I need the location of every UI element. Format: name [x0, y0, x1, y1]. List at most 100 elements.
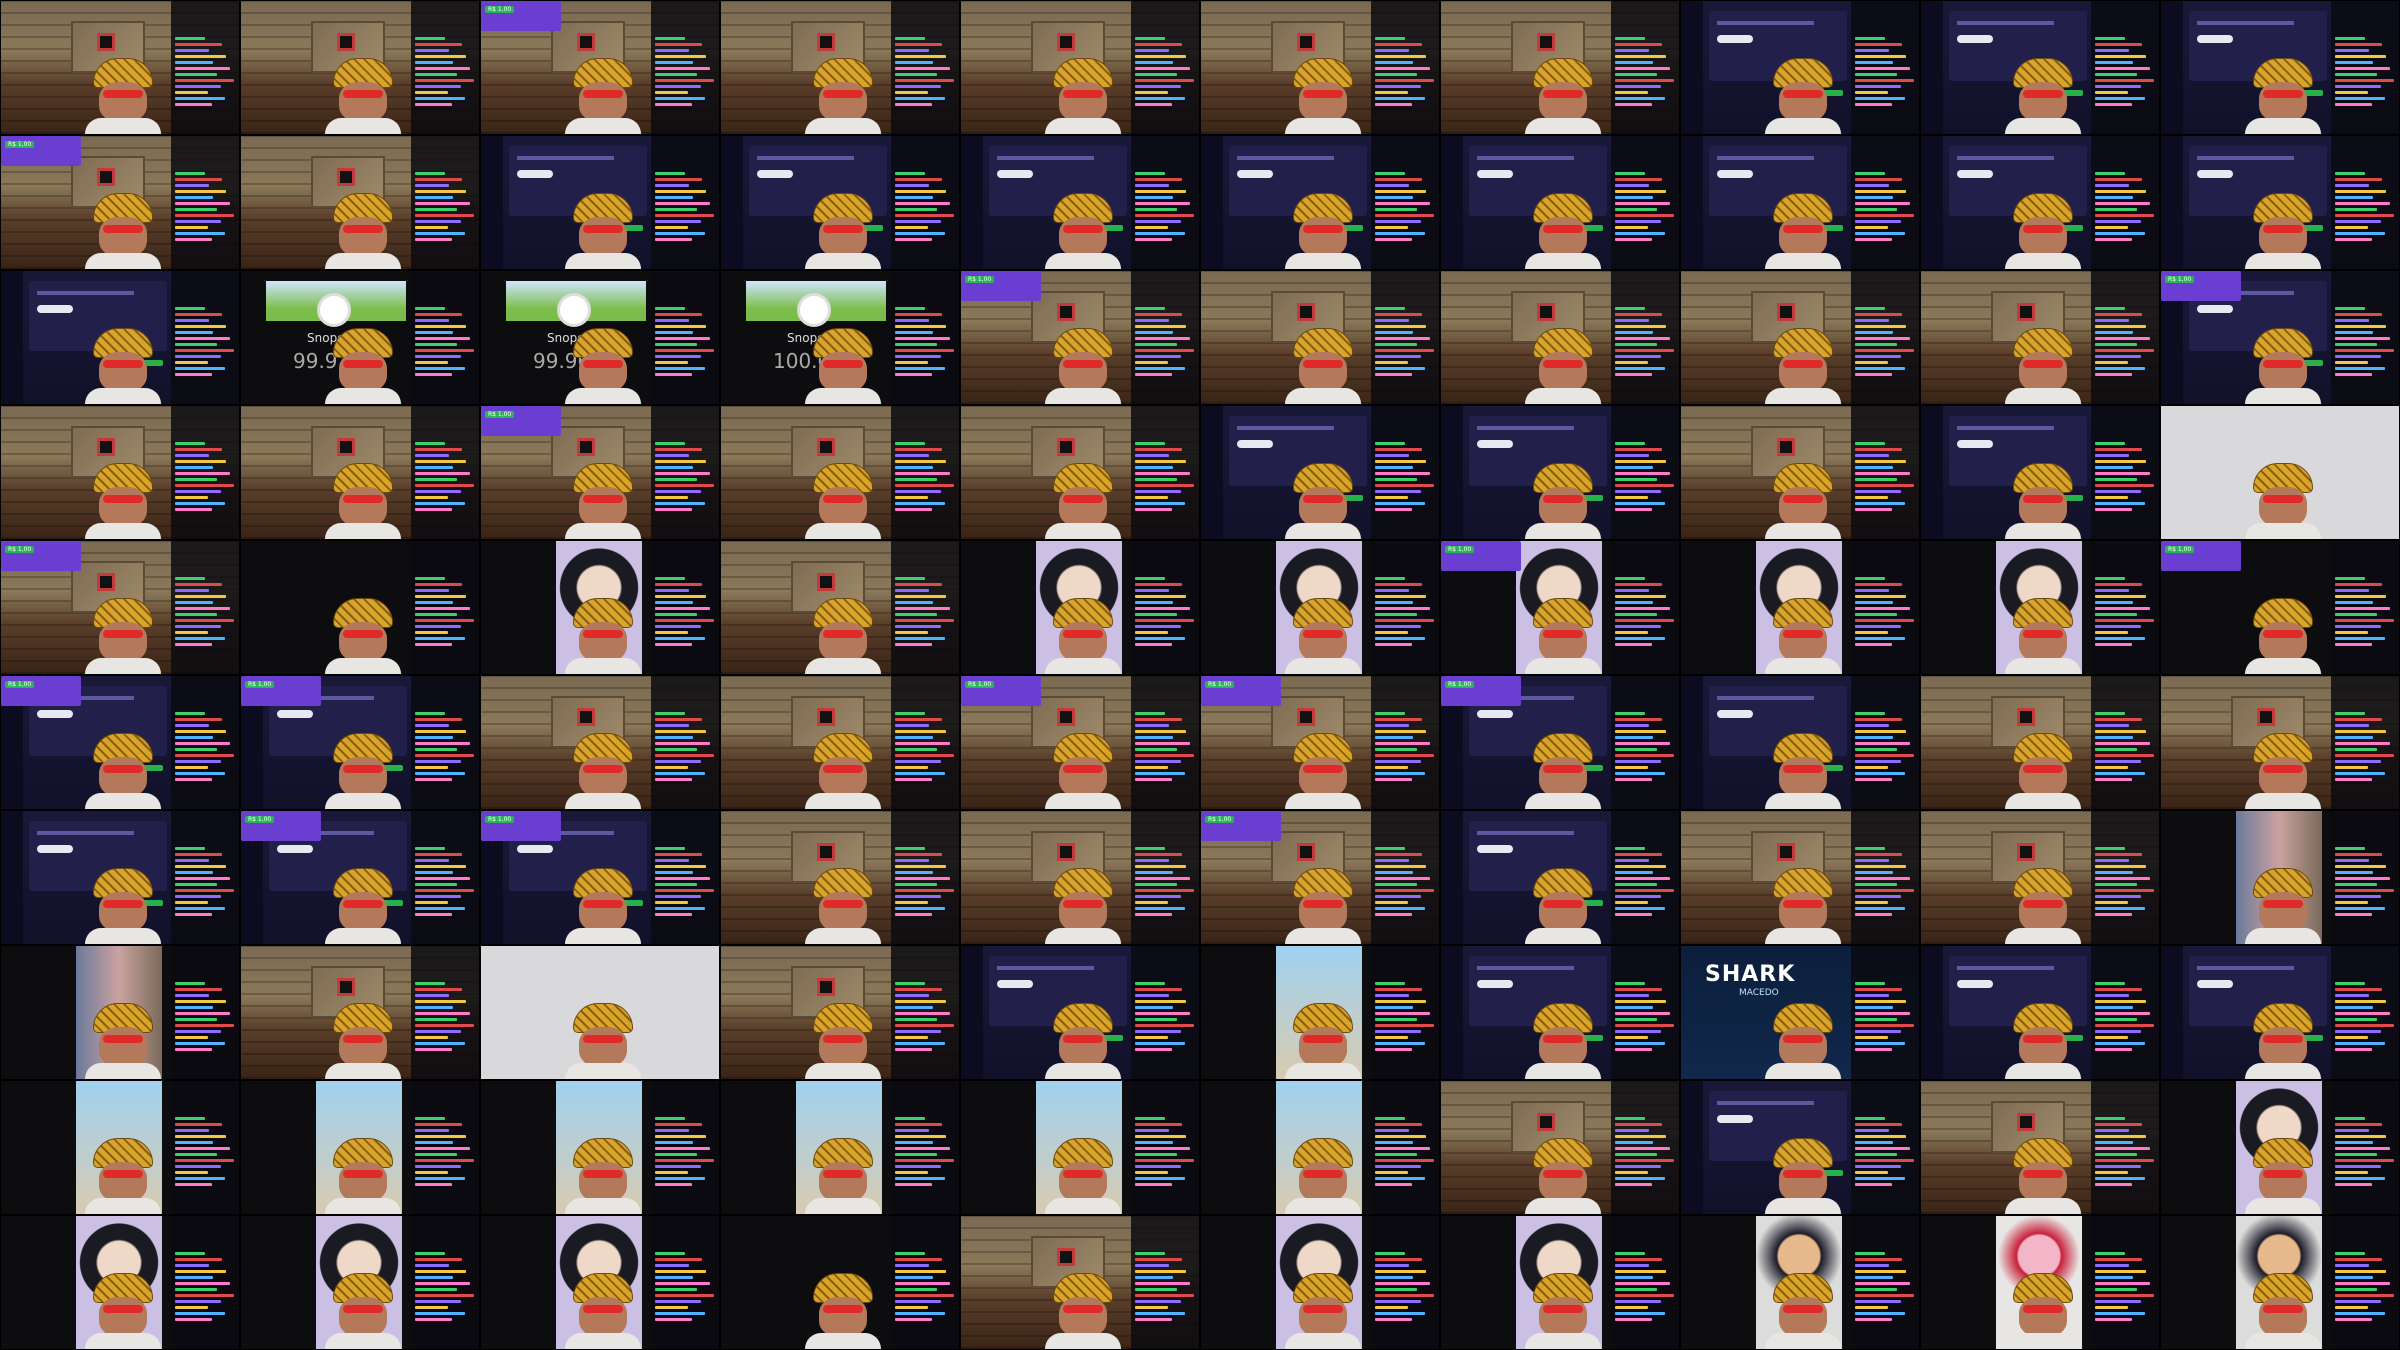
- video-thumbnail[interactable]: [1200, 1215, 1440, 1350]
- video-thumbnail[interactable]: R$ 1,00: [480, 405, 720, 540]
- video-thumbnail[interactable]: [960, 945, 1200, 1080]
- video-thumbnail[interactable]: [0, 1215, 240, 1350]
- video-thumbnail[interactable]: Snopey 99.912: [240, 270, 480, 405]
- video-thumbnail[interactable]: [2160, 1215, 2400, 1350]
- video-thumbnail[interactable]: [1200, 270, 1440, 405]
- video-thumbnail[interactable]: [2160, 405, 2400, 540]
- video-thumbnail[interactable]: [480, 675, 720, 810]
- video-thumbnail[interactable]: [1920, 540, 2160, 675]
- video-thumbnail[interactable]: [240, 1215, 480, 1350]
- video-thumbnail[interactable]: [240, 405, 480, 540]
- video-thumbnail[interactable]: [1680, 675, 1920, 810]
- video-thumbnail[interactable]: [1200, 945, 1440, 1080]
- video-thumbnail[interactable]: [960, 540, 1200, 675]
- video-thumbnail[interactable]: SHARK MACEDO: [1680, 945, 1920, 1080]
- video-thumbnail[interactable]: [1680, 405, 1920, 540]
- video-thumbnail[interactable]: [720, 810, 960, 945]
- video-thumbnail[interactable]: [1440, 405, 1680, 540]
- video-thumbnail[interactable]: [0, 0, 240, 135]
- video-thumbnail[interactable]: [1680, 0, 1920, 135]
- video-thumbnail[interactable]: [1200, 0, 1440, 135]
- video-thumbnail[interactable]: [1680, 1080, 1920, 1215]
- video-thumbnail[interactable]: [1680, 135, 1920, 270]
- video-thumbnail[interactable]: [960, 0, 1200, 135]
- video-thumbnail[interactable]: [2160, 945, 2400, 1080]
- video-thumbnail[interactable]: [1440, 1080, 1680, 1215]
- video-thumbnail[interactable]: [1440, 810, 1680, 945]
- video-thumbnail[interactable]: [2160, 810, 2400, 945]
- video-thumbnail[interactable]: R$ 1,00: [240, 810, 480, 945]
- video-thumbnail[interactable]: R$ 1,00: [1200, 810, 1440, 945]
- video-thumbnail[interactable]: [0, 945, 240, 1080]
- video-thumbnail[interactable]: [480, 540, 720, 675]
- video-thumbnail[interactable]: [1680, 270, 1920, 405]
- video-thumbnail[interactable]: [720, 1215, 960, 1350]
- video-thumbnail[interactable]: [960, 1080, 1200, 1215]
- video-thumbnail[interactable]: R$ 1,00: [960, 270, 1200, 405]
- video-thumbnail[interactable]: [960, 405, 1200, 540]
- video-thumbnail[interactable]: Snopey 100.023: [720, 270, 960, 405]
- video-thumbnail[interactable]: [2160, 675, 2400, 810]
- video-thumbnail[interactable]: [960, 1215, 1200, 1350]
- video-thumbnail[interactable]: R$ 1,00: [1440, 540, 1680, 675]
- video-thumbnail[interactable]: [1200, 405, 1440, 540]
- video-thumbnail[interactable]: [1440, 0, 1680, 135]
- video-thumbnail[interactable]: [960, 810, 1200, 945]
- video-thumbnail[interactable]: [1680, 810, 1920, 945]
- video-thumbnail[interactable]: [720, 675, 960, 810]
- video-thumbnail[interactable]: [1440, 945, 1680, 1080]
- video-thumbnail[interactable]: [720, 135, 960, 270]
- video-thumbnail[interactable]: [0, 1080, 240, 1215]
- video-thumbnail[interactable]: R$ 1,00: [0, 135, 240, 270]
- video-thumbnail[interactable]: R$ 1,00: [240, 675, 480, 810]
- video-thumbnail[interactable]: [1920, 405, 2160, 540]
- video-thumbnail[interactable]: [480, 945, 720, 1080]
- video-thumbnail[interactable]: [720, 1080, 960, 1215]
- video-thumbnail[interactable]: [720, 540, 960, 675]
- video-thumbnail[interactable]: R$ 1,00: [2160, 540, 2400, 675]
- video-thumbnail[interactable]: [1200, 135, 1440, 270]
- video-thumbnail[interactable]: [480, 1215, 720, 1350]
- video-thumbnail[interactable]: [960, 135, 1200, 270]
- video-thumbnail[interactable]: [2160, 135, 2400, 270]
- video-thumbnail[interactable]: R$ 1,00: [480, 810, 720, 945]
- video-thumbnail[interactable]: [0, 270, 240, 405]
- video-thumbnail[interactable]: [0, 405, 240, 540]
- video-thumbnail[interactable]: [1440, 1215, 1680, 1350]
- video-thumbnail[interactable]: [720, 945, 960, 1080]
- video-thumbnail[interactable]: R$ 1,00: [0, 540, 240, 675]
- video-thumbnail[interactable]: [1200, 1080, 1440, 1215]
- video-thumbnail[interactable]: [1920, 135, 2160, 270]
- video-thumbnail[interactable]: R$ 1,00: [480, 0, 720, 135]
- video-thumbnail[interactable]: [720, 405, 960, 540]
- video-thumbnail[interactable]: [1440, 270, 1680, 405]
- video-thumbnail[interactable]: [240, 0, 480, 135]
- video-thumbnail[interactable]: [480, 1080, 720, 1215]
- video-thumbnail[interactable]: R$ 1,00: [960, 675, 1200, 810]
- video-thumbnail[interactable]: [240, 1080, 480, 1215]
- video-thumbnail[interactable]: [480, 135, 720, 270]
- video-thumbnail[interactable]: Snopey 99.961: [480, 270, 720, 405]
- video-thumbnail[interactable]: [1440, 135, 1680, 270]
- video-thumbnail[interactable]: [240, 945, 480, 1080]
- video-thumbnail[interactable]: [2160, 1080, 2400, 1215]
- video-thumbnail[interactable]: R$ 1,00: [2160, 270, 2400, 405]
- video-thumbnail[interactable]: [1920, 810, 2160, 945]
- video-thumbnail[interactable]: R$ 1,00: [1200, 675, 1440, 810]
- video-thumbnail[interactable]: [0, 810, 240, 945]
- video-thumbnail[interactable]: [720, 0, 960, 135]
- video-thumbnail[interactable]: [1920, 1080, 2160, 1215]
- video-thumbnail[interactable]: R$ 1,00: [0, 675, 240, 810]
- video-thumbnail[interactable]: [1920, 1215, 2160, 1350]
- video-thumbnail[interactable]: [1920, 675, 2160, 810]
- video-thumbnail[interactable]: [2160, 0, 2400, 135]
- video-thumbnail[interactable]: [1920, 270, 2160, 405]
- video-thumbnail[interactable]: R$ 1,00: [1440, 675, 1680, 810]
- video-thumbnail[interactable]: [240, 135, 480, 270]
- video-thumbnail[interactable]: [1920, 0, 2160, 135]
- video-thumbnail[interactable]: [1200, 540, 1440, 675]
- video-thumbnail[interactable]: [1920, 945, 2160, 1080]
- video-thumbnail[interactable]: [240, 540, 480, 675]
- video-thumbnail[interactable]: [1680, 1215, 1920, 1350]
- video-thumbnail[interactable]: [1680, 540, 1920, 675]
